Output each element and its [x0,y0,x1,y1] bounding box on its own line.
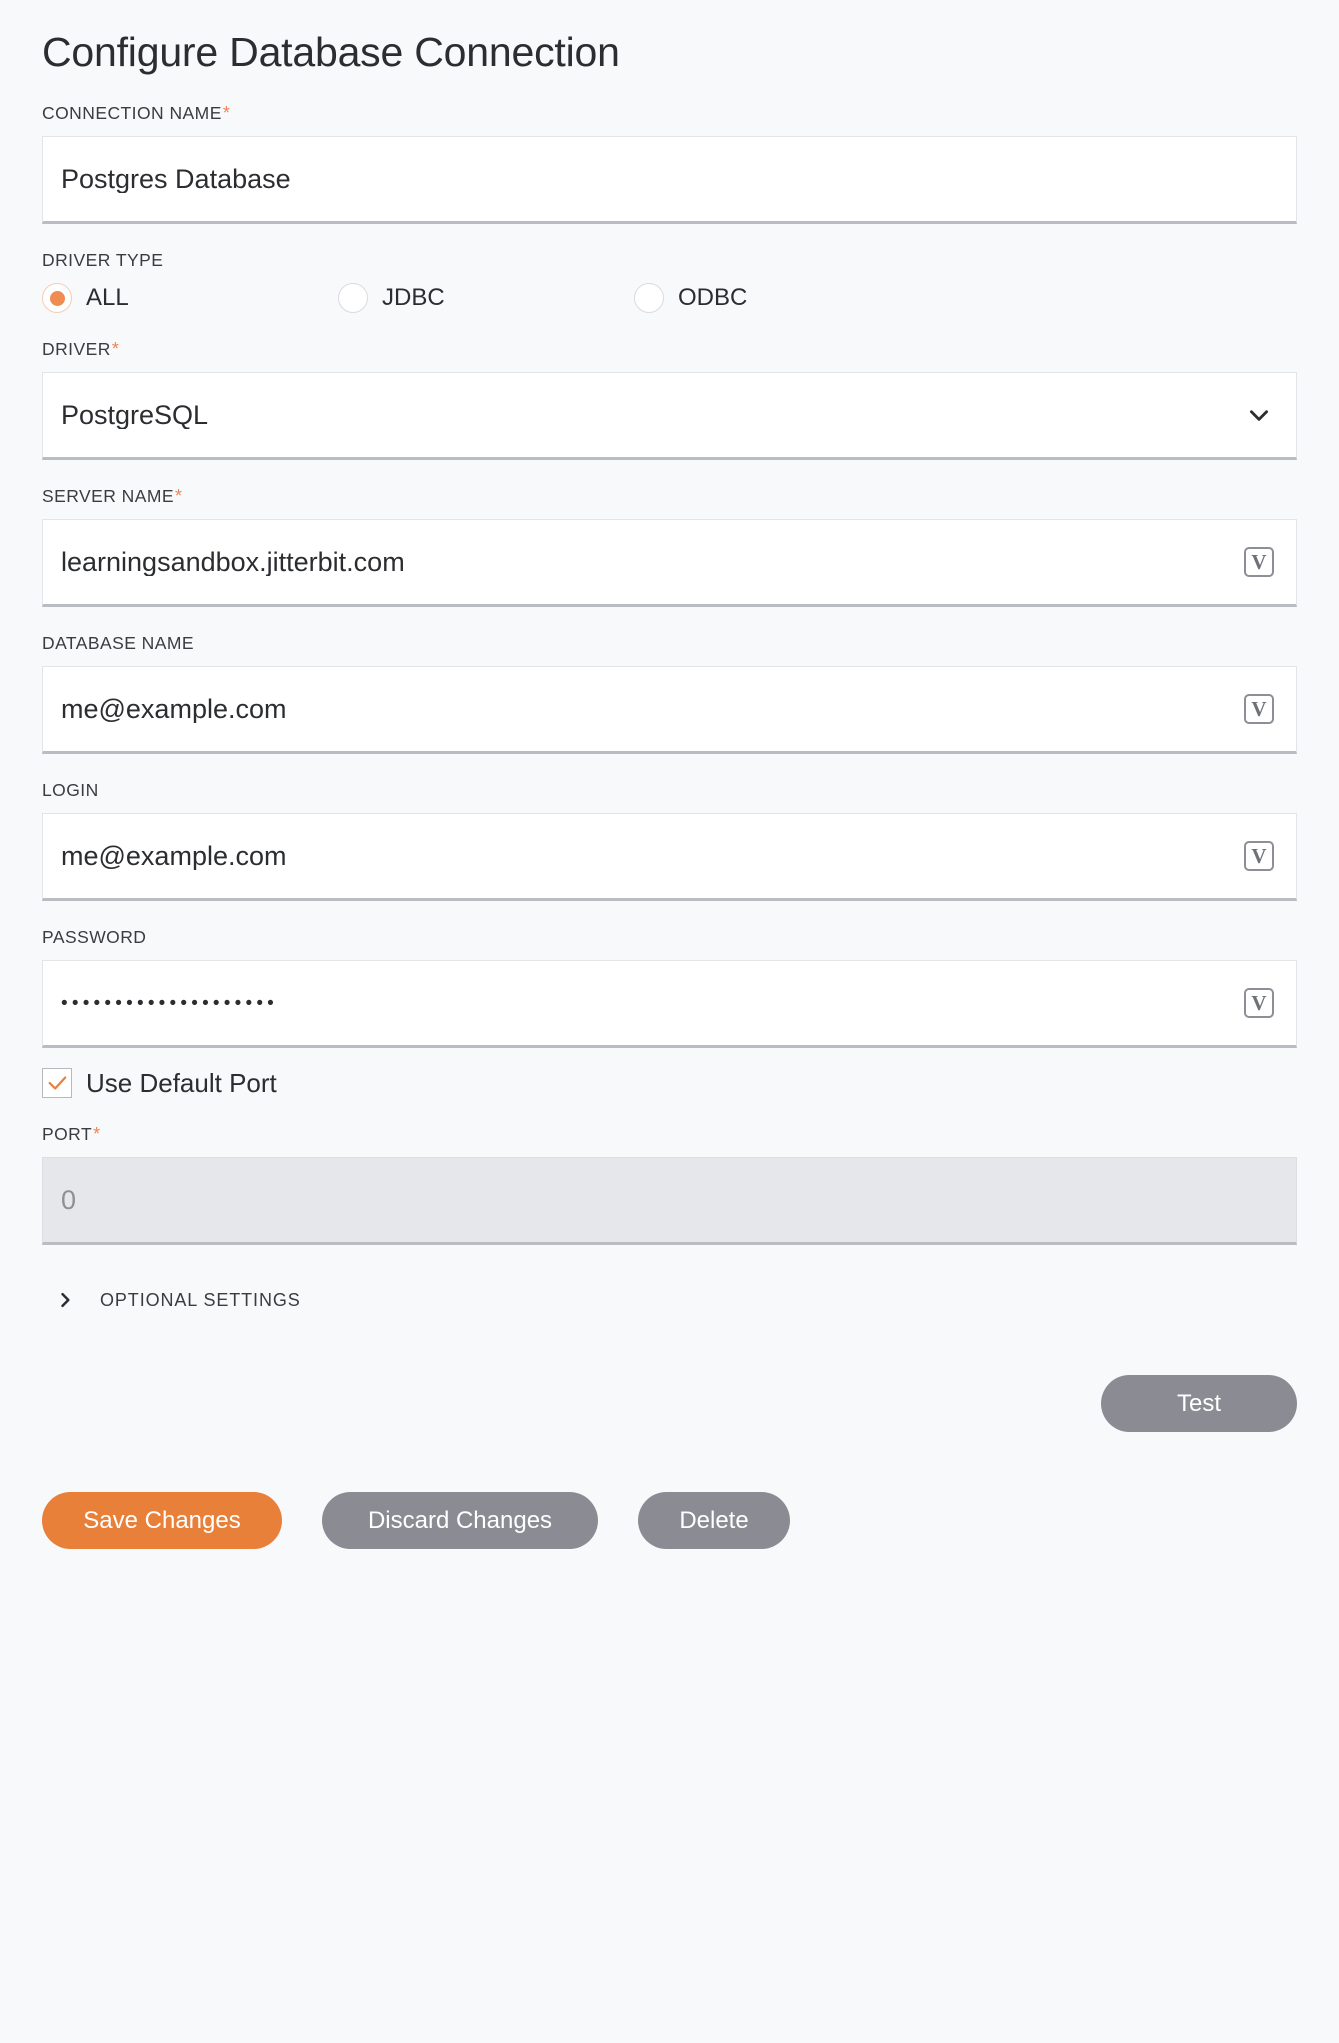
radio-icon-jdbc[interactable] [338,283,368,314]
chevron-right-icon[interactable] [54,1289,76,1311]
connection-name-value: Postgres Database [61,165,291,193]
driver-label: DRIVER* [42,339,1297,360]
variable-icon[interactable]: V [1244,841,1274,872]
port-label-text: PORT [42,1124,93,1145]
server-name-label-text: SERVER NAME [42,486,175,507]
login-input[interactable]: me@example.com V [42,813,1297,902]
database-name-input[interactable]: me@example.com V [42,666,1297,755]
server-name-label: SERVER NAME* [42,486,1297,507]
chevron-down-icon[interactable] [1246,402,1272,428]
radio-icon-all[interactable] [42,283,72,314]
field-port: PORT* 0 [42,1124,1297,1246]
port-label: PORT* [42,1124,1297,1145]
radio-option-jdbc[interactable]: JDBC [338,283,634,314]
radio-icon-odbc[interactable] [634,283,664,314]
variable-icon[interactable]: V [1244,988,1274,1019]
radio-option-odbc[interactable]: ODBC [634,283,930,314]
variable-icon-glyph: V [1251,843,1267,868]
required-asterisk-icon: * [111,339,120,360]
variable-icon-glyph: V [1251,990,1267,1015]
login-label: LOGIN [42,780,99,801]
field-server-name: SERVER NAME* learningsandbox.jitterbit.c… [42,486,1297,608]
port-value: 0 [61,1186,77,1214]
port-input: 0 [42,1157,1297,1246]
checkbox-icon-use-default-port[interactable] [42,1068,72,1099]
database-name-label: DATABASE NAME [42,633,195,654]
radio-label-all: ALL [86,284,129,312]
login-value: me@example.com [61,842,287,870]
connection-name-label-text: CONNECTION NAME [42,103,222,124]
driver-value: PostgreSQL [61,401,209,429]
variable-icon[interactable]: V [1244,694,1274,725]
test-button[interactable]: Test [1101,1375,1297,1433]
field-driver: DRIVER* PostgreSQL [42,339,1297,461]
driver-label-text: DRIVER [42,339,111,360]
delete-button[interactable]: Delete [638,1492,790,1550]
variable-icon-glyph: V [1251,549,1267,574]
discard-changes-button[interactable]: Discard Changes [322,1492,598,1550]
required-asterisk-icon: * [93,1124,101,1145]
password-label: PASSWORD [42,927,147,948]
variable-icon-glyph: V [1251,696,1267,721]
radio-label-odbc: ODBC [678,284,748,312]
server-name-input[interactable]: learningsandbox.jitterbit.com V [42,519,1297,608]
optional-settings-label: OPTIONAL SETTINGS [100,1289,301,1310]
driver-type-radio-group: ALL JDBC ODBC [42,283,1297,314]
save-changes-button[interactable]: Save Changes [42,1492,282,1550]
radio-option-all[interactable]: ALL [42,283,338,314]
server-name-value: learningsandbox.jitterbit.com [61,548,405,576]
driver-type-label: DRIVER TYPE [42,250,164,271]
connection-name-label: CONNECTION NAME* [42,103,1297,124]
field-password: PASSWORD •••••••••••••••••••• V [42,927,1297,1049]
driver-select[interactable]: PostgreSQL [42,372,1297,461]
test-button-row: Test [42,1375,1297,1433]
password-input[interactable]: •••••••••••••••••••• V [42,960,1297,1049]
form-actions: Save Changes Discard Changes Delete [42,1492,1297,1550]
field-driver-type: DRIVER TYPE ALL JDBC ODBC [42,250,1297,314]
use-default-port-label: Use Default Port [86,1068,277,1099]
database-name-value: me@example.com [61,695,287,723]
password-value: •••••••••••••••••••• [61,993,279,1013]
optional-settings-toggle[interactable]: OPTIONAL SETTINGS [42,1289,1297,1311]
radio-label-jdbc: JDBC [382,284,445,312]
variable-icon[interactable]: V [1244,547,1274,578]
configure-database-connection-page: Configure Database Connection CONNECTION… [0,0,1339,2043]
page-title: Configure Database Connection [42,29,620,75]
required-asterisk-icon: * [222,103,231,124]
connection-name-input[interactable]: Postgres Database [42,136,1297,225]
use-default-port-checkbox-row[interactable]: Use Default Port [42,1068,1297,1099]
field-database-name: DATABASE NAME me@example.com V [42,633,1297,755]
field-connection-name: CONNECTION NAME* Postgres Database [42,103,1297,225]
required-asterisk-icon: * [175,486,183,507]
field-login: LOGIN me@example.com V [42,780,1297,902]
